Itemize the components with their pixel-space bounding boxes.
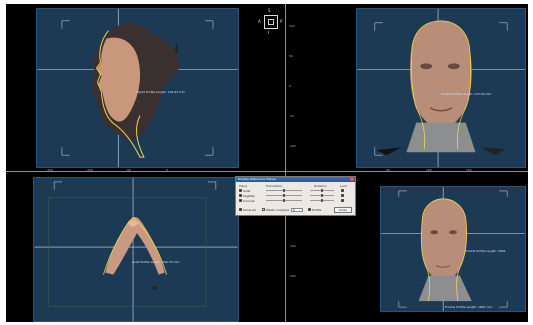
profile-label: Profile (312, 207, 322, 212)
frontal-small-length-label-bottom: Frontal Profile length: 1861 mm (445, 305, 493, 309)
close-button[interactable]: Close (334, 207, 352, 213)
axial-rotation-slider[interactable] (310, 189, 334, 192)
frontal-scan (357, 9, 525, 167)
plane-row-coronal: Coronal (239, 198, 255, 203)
axial-lock-checkbox[interactable] (341, 189, 344, 192)
frontal-length-label: Frontal Profile length: 175.43 mm (441, 92, 492, 96)
plastic-value-field[interactable]: 0 (291, 208, 303, 212)
sagittal-translation-slider[interactable] (266, 194, 302, 197)
viewport-axial[interactable]: Axial Profile length: 290.75 mm (33, 177, 239, 322)
coronal-translation-slider[interactable] (266, 199, 302, 202)
ruler-tick: 0 (166, 168, 168, 172)
sagittal-checkbox[interactable] (239, 194, 242, 197)
plastic-analysis-row: Plastic Analysis (262, 207, 289, 212)
nav-label-left: A (258, 19, 261, 24)
lock-header: Lock (340, 184, 347, 188)
frontal-small-length-label-right: Frontal Profile length: 1861 (465, 249, 506, 253)
sagittal-label: Sagittal (243, 193, 255, 198)
sagittal-rotation-slider[interactable] (310, 194, 334, 197)
ruler-tick: 50 (386, 168, 390, 172)
sagittal-lock-checkbox[interactable] (341, 194, 344, 197)
reference-planes-dialog: Display Reference Planes × Plane Transla… (235, 176, 356, 216)
ruler-tick: -50 (289, 114, 294, 118)
profile-scan (37, 9, 238, 167)
ruler-tick: -200 (289, 274, 296, 278)
ruler-tick: -100 (86, 168, 93, 172)
dialog-title-bar[interactable]: Display Reference Planes × (236, 177, 355, 182)
axial-label: Axial (243, 188, 251, 193)
profile-checkbox[interactable] (308, 208, 311, 211)
coronal-label: Coronal (243, 198, 255, 203)
plastic-analysis-label: Plastic Analysis (266, 207, 290, 212)
show-all-row: Show All (239, 207, 256, 212)
viewport-frontal[interactable]: Frontal Profile length: 175.43 mm (356, 8, 526, 168)
workspace: 100 50 0 -50 -100 -150 -200 -150 -100 -5… (6, 4, 528, 322)
navigation-cube-icon[interactable] (264, 15, 278, 29)
vertical-ruler (285, 4, 286, 322)
ruler-tick: -100 (289, 144, 296, 148)
plastic-analysis-checkbox[interactable] (262, 208, 265, 211)
axial-length-label: Axial Profile length: 290.75 mm (132, 260, 180, 264)
ruler-tick: 50 (289, 54, 293, 58)
profile-row: Profile (308, 207, 321, 212)
viewport-frontal-small[interactable]: Frontal Profile length: 1861 Frontal Pro… (380, 186, 526, 312)
coronal-rotation-slider[interactable] (310, 199, 334, 202)
translation-header: Translation (266, 184, 283, 188)
ruler-tick: 100 (426, 168, 432, 172)
ruler-tick: -50 (126, 168, 131, 172)
ruler-tick: 100 (289, 24, 295, 28)
show-all-label: Show All (243, 207, 256, 212)
coronal-lock-checkbox[interactable] (341, 199, 344, 202)
axial-checkbox[interactable] (239, 189, 242, 192)
axial-translation-slider[interactable] (266, 189, 302, 192)
nav-label-bottom: I (268, 30, 270, 35)
horizontal-ruler (6, 171, 528, 172)
ruler-tick: 0 (289, 84, 291, 88)
nav-label-right: P (280, 19, 283, 24)
axial-scan (34, 178, 238, 321)
viewport-profile[interactable]: Right Profile length: 192.93 mm (36, 8, 239, 168)
dialog-title: Display Reference Planes (238, 177, 276, 181)
ruler-tick: -150 (289, 244, 296, 248)
rotation-header: Rotation (314, 184, 327, 188)
profile-length-label: Right Profile length: 192.93 mm (137, 90, 185, 94)
ruler-tick: 150 (466, 168, 472, 172)
ruler-tick: -150 (46, 168, 53, 172)
close-icon[interactable]: × (350, 177, 354, 181)
show-all-checkbox[interactable] (239, 208, 242, 211)
coronal-checkbox[interactable] (239, 199, 242, 202)
nav-label-top: S (268, 8, 271, 13)
app-window: 100 50 0 -50 -100 -150 -200 -150 -100 -5… (0, 0, 533, 325)
